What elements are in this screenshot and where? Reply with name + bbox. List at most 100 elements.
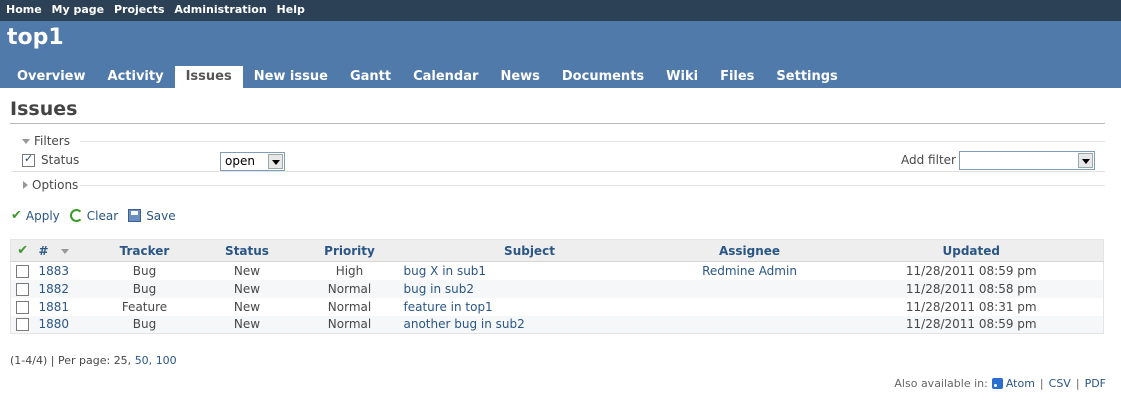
per-page-current: 25, (113, 354, 132, 367)
top-menu-help[interactable]: Help (277, 3, 305, 16)
row-checkbox[interactable] (16, 300, 30, 314)
tab-settings[interactable]: Settings (765, 66, 848, 88)
tracker-cell: Bug (94, 279, 195, 298)
per-page-100-link[interactable]: 100 (156, 354, 177, 367)
column-header-status[interactable]: Status (194, 239, 300, 262)
updated-cell: 11/28/2011 08:31 pm (905, 299, 1037, 314)
priority-cell: Normal (299, 279, 400, 298)
tab-files[interactable]: Files (709, 66, 765, 88)
options-legend-label: Options (32, 178, 79, 192)
status-operator-value: open (225, 154, 255, 168)
issue-id-link[interactable]: 1880 (39, 317, 70, 331)
clear-button[interactable]: Clear (69, 208, 119, 223)
column-header-priority[interactable]: Priority (299, 239, 400, 262)
save-label: Save (146, 208, 176, 223)
filters-border (80, 141, 1105, 142)
status-filter-row: Status (22, 152, 80, 167)
top-menu-home[interactable]: Home (6, 3, 42, 16)
tab-news[interactable]: News (489, 66, 550, 88)
collapse-triangle-icon (22, 138, 30, 144)
expand-triangle-icon (23, 181, 28, 189)
column-header-id-label: # (38, 243, 49, 258)
status-operator-select[interactable]: open (220, 152, 285, 171)
top-menu-projects[interactable]: Projects (114, 3, 165, 16)
project-title: top1 (7, 25, 64, 50)
per-page-label: | Per page: (50, 354, 111, 367)
status-cell: New (233, 263, 261, 278)
column-header-tracker[interactable]: Tracker (94, 239, 195, 262)
updated-cell: 11/28/2011 08:59 pm (839, 315, 1104, 334)
options-border (80, 185, 1105, 186)
add-filter-label: Add filter (901, 153, 956, 167)
page-title: Issues (10, 98, 78, 120)
main-menu: Overview Activity Issues New issue Gantt… (6, 66, 849, 88)
top-menu-administration[interactable]: Administration (174, 3, 266, 16)
status-cell: New (233, 299, 261, 314)
priority-cell: Normal (327, 299, 372, 314)
row-checkbox[interactable] (16, 282, 30, 296)
status-filter-checkbox[interactable] (22, 152, 35, 167)
issue-id-link[interactable]: 1882 (39, 282, 70, 296)
column-header-updated[interactable]: Updated (839, 239, 1104, 262)
tab-wiki[interactable]: Wiki (655, 66, 709, 88)
subject-link[interactable]: feature in top1 (404, 300, 493, 314)
column-header-assignee[interactable]: Assignee (659, 239, 840, 262)
status-filter-label: Status (41, 153, 80, 167)
tab-calendar[interactable]: Calendar (402, 66, 489, 88)
tracker-cell: Bug (132, 263, 157, 278)
updated-cell: 11/28/2011 08:58 pm (839, 279, 1104, 298)
per-page-50-link[interactable]: 50, (135, 354, 153, 367)
tab-documents[interactable]: Documents (551, 66, 655, 88)
apply-button[interactable]: ✔ Apply (11, 208, 60, 223)
title-divider (10, 123, 1105, 124)
tracker-cell: Bug (94, 315, 195, 334)
subject-link[interactable]: bug X in sub1 (404, 264, 487, 278)
table-row: 1881 Feature New Normal feature in top1 … (11, 298, 1104, 316)
add-filter-select[interactable] (959, 151, 1095, 170)
top-menu-my-page[interactable]: My page (52, 3, 105, 16)
header: top1 Overview Activity Issues New issue … (0, 21, 1121, 88)
format-separator: | (1039, 377, 1044, 390)
reload-icon (69, 209, 83, 222)
pdf-link[interactable]: PDF (1085, 377, 1106, 390)
tab-overview[interactable]: Overview (6, 66, 97, 88)
column-header-subject[interactable]: Subject (399, 239, 660, 262)
save-button[interactable]: Save (128, 208, 176, 223)
issue-id-link[interactable]: 1881 (39, 300, 70, 314)
column-header-id[interactable]: # (34, 239, 95, 262)
table-row: 1882 Bug New Normal bug in sub2 11/28/20… (10, 279, 1104, 298)
tab-issues[interactable]: Issues (174, 66, 243, 88)
options-legend[interactable]: Options (23, 178, 78, 192)
tab-gantt[interactable]: Gantt (339, 66, 402, 88)
pagination: (1-4/4) | Per page: 25, 50, 100 (10, 354, 177, 367)
table-row: 1880 Bug New Normal another bug in sub2 … (10, 315, 1104, 334)
updated-cell: 11/28/2011 08:59 pm (905, 263, 1037, 278)
toggle-all-checkbox[interactable]: ✔ (10, 239, 35, 262)
issue-id-link[interactable]: 1883 (39, 264, 70, 278)
issues-table: ✔ # Tracker Status Priority Subject Assi… (10, 239, 1104, 334)
tracker-cell: Feature (121, 299, 168, 314)
save-disk-icon (128, 209, 142, 222)
table-row: 1883 Bug New High bug X in sub1 Redmine … (11, 262, 1104, 280)
feed-icon (991, 378, 1003, 389)
row-checkbox[interactable] (16, 264, 30, 278)
subject-link[interactable]: bug in sub2 (404, 282, 475, 296)
csv-link[interactable]: CSV (1049, 377, 1071, 390)
checkmark-icon: ✔ (11, 208, 22, 223)
priority-cell: High (335, 263, 364, 278)
status-cell: New (194, 279, 300, 298)
checkmark-icon: ✔ (17, 243, 29, 258)
atom-link[interactable]: Atom (1006, 377, 1035, 390)
other-formats-label: Also available in: (894, 377, 988, 390)
assignee-link[interactable]: Redmine Admin (702, 264, 797, 278)
clear-label: Clear (86, 208, 119, 223)
tab-activity[interactable]: Activity (97, 66, 175, 88)
filters-legend-label: Filters (34, 134, 70, 148)
sort-descending-icon (60, 248, 69, 254)
other-formats: Also available in: Atom | CSV | PDF (894, 377, 1106, 390)
row-checkbox[interactable] (16, 318, 30, 332)
filters-legend[interactable]: Filters (22, 134, 70, 148)
tab-new-issue[interactable]: New issue (243, 66, 339, 88)
subject-link[interactable]: another bug in sub2 (404, 317, 525, 331)
status-cell: New (194, 315, 300, 334)
